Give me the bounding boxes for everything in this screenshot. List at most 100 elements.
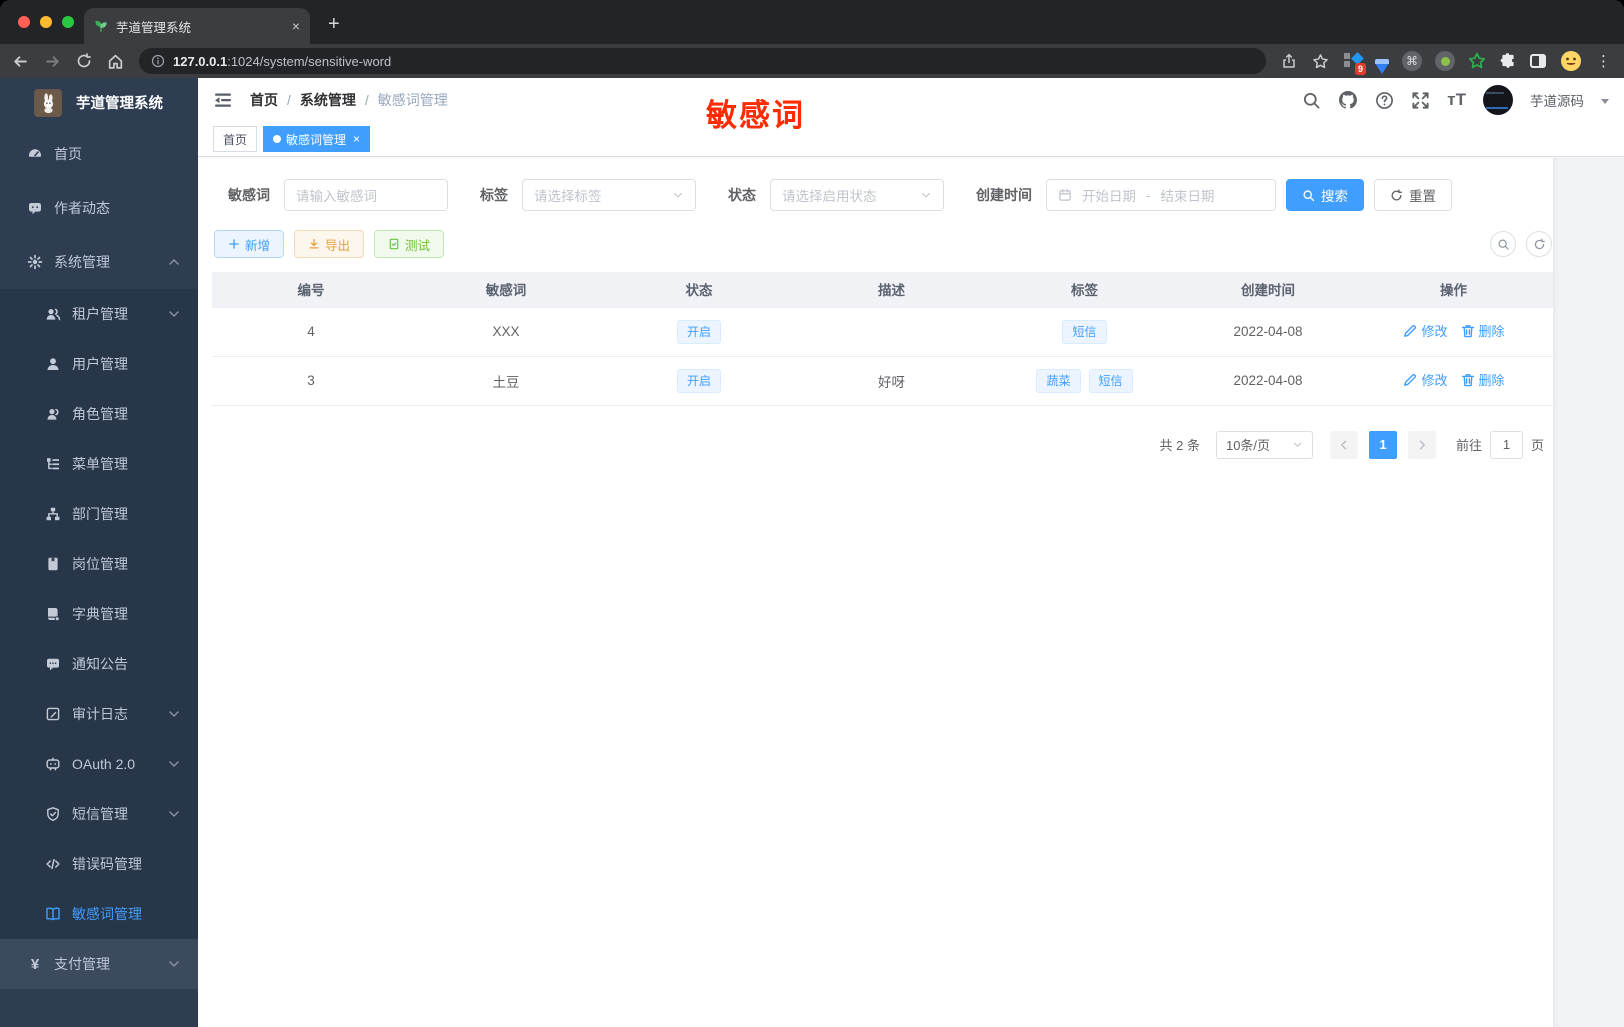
search-icon	[1302, 189, 1315, 202]
edit-link[interactable]: 修改	[1402, 321, 1448, 340]
date-range-input[interactable]: 开始日期 - 结束日期	[1046, 179, 1276, 211]
toggle-search-button[interactable]	[1490, 231, 1516, 257]
cell-actions: 修改 删除	[1354, 307, 1553, 357]
sidebar-item-home[interactable]: 首页	[0, 127, 198, 181]
current-page-button[interactable]: 1	[1368, 430, 1397, 459]
site-info-icon[interactable]	[151, 54, 165, 68]
bookmark-star-icon[interactable]	[1312, 53, 1329, 70]
filter-tag-label: 标签	[480, 187, 508, 203]
cell-status: 开启	[602, 356, 796, 406]
sidebar-item-system[interactable]: 系统管理	[0, 235, 198, 289]
filter-date-label: 创建时间	[976, 187, 1032, 203]
sidebar-item-tenant[interactable]: 租户管理	[0, 289, 198, 339]
command-extension-icon[interactable]: ⌘	[1402, 51, 1422, 71]
close-window-button[interactable]	[18, 16, 30, 28]
goto-page-input[interactable]: 1	[1489, 430, 1523, 459]
sidebar-item-notice[interactable]: 通知公告	[0, 639, 198, 689]
sidebar-menu: 首页 作者动态系统管理租户管理 用户管理 角色管理 菜单管理 部门管理 岗位管理 字典管理 通知…	[0, 127, 198, 989]
back-icon[interactable]	[12, 53, 29, 70]
search-button[interactable]: 搜索	[1286, 179, 1364, 211]
minimize-window-button[interactable]	[40, 16, 52, 28]
help-icon[interactable]	[1375, 91, 1394, 110]
word-input[interactable]: 请输入敏感词	[284, 179, 448, 211]
search-icon[interactable]	[1302, 91, 1321, 110]
tags-view-tab[interactable]: 敏感词管理 ×	[263, 126, 371, 152]
sidebar-item-dict[interactable]: 字典管理	[0, 589, 198, 639]
cell-status: 开启	[602, 307, 796, 357]
sidebar-item-pay[interactable]: ¥ 支付管理	[0, 939, 198, 989]
profile-avatar-icon[interactable]	[1559, 49, 1583, 73]
side-panel-icon[interactable]	[1530, 54, 1546, 68]
close-tab-icon[interactable]: ×	[353, 132, 360, 146]
yen-icon: ¥	[30, 955, 40, 973]
sidebar-item-label: 系统管理	[54, 254, 110, 270]
user-avatar[interactable]	[1483, 85, 1513, 115]
delete-link[interactable]: 删除	[1460, 321, 1505, 340]
forward-icon[interactable]	[44, 53, 61, 70]
reload-icon[interactable]	[76, 53, 92, 69]
sidebar-item-dept[interactable]: 部门管理	[0, 489, 198, 539]
recorder-extension-icon[interactable]	[1435, 51, 1455, 71]
breadcrumb-item[interactable]: 系统管理	[300, 90, 356, 110]
breadcrumb-separator: /	[364, 92, 369, 108]
proxy-extension-icon[interactable]: 9	[1344, 52, 1366, 75]
tags-view-tab[interactable]: 首页	[213, 126, 258, 152]
next-page-button[interactable]	[1407, 430, 1436, 459]
edit-link[interactable]: 修改	[1402, 370, 1448, 389]
share-icon[interactable]	[1281, 53, 1297, 69]
delete-label: 删除	[1478, 324, 1505, 340]
add-button[interactable]: 新增	[214, 230, 285, 258]
font-size-icon[interactable]: ᴛT	[1447, 90, 1466, 110]
extensions-puzzle-icon[interactable]	[1499, 52, 1517, 70]
sidebar-item-sms[interactable]: 短信管理	[0, 789, 198, 839]
gem-extension-icon[interactable]	[1375, 58, 1389, 74]
home-icon[interactable]	[107, 53, 124, 70]
status-tag[interactable]: 开启	[676, 368, 721, 393]
export-button[interactable]: 导出	[294, 230, 365, 258]
download-icon	[308, 238, 320, 250]
github-icon[interactable]	[1338, 90, 1358, 110]
zoom-window-button[interactable]	[62, 16, 74, 28]
new-tab-button[interactable]: +	[328, 13, 340, 36]
fullscreen-icon[interactable]	[1411, 91, 1430, 110]
calendar-icon	[1058, 188, 1072, 202]
browser-menu-icon[interactable]: ⋮	[1596, 52, 1612, 70]
sidebar-item-audit-log[interactable]: 审计日志	[0, 689, 198, 739]
sidebar-item-author-trends[interactable]: 作者动态	[0, 181, 198, 235]
browser-tab[interactable]: 芋道管理系统 ×	[84, 8, 310, 44]
sidebar-item-user[interactable]: 用户管理	[0, 339, 198, 389]
reset-button[interactable]: 重置	[1374, 179, 1452, 211]
page-size-select[interactable]: 10条/页	[1215, 430, 1313, 459]
hamburger-icon[interactable]	[213, 90, 233, 110]
breadcrumb-item[interactable]: 首页	[250, 90, 278, 110]
prev-page-button[interactable]	[1329, 430, 1358, 459]
pagination-total: 共 2 条	[1159, 438, 1200, 453]
close-tab-icon[interactable]: ×	[292, 18, 300, 34]
tag-select[interactable]: 请选择标签	[522, 179, 696, 211]
sidebar-item-sensitive-word[interactable]: 敏感词管理	[0, 889, 198, 939]
sidebar-item-oauth2[interactable]: OAuth 2.0	[0, 739, 198, 789]
cell-description	[796, 307, 987, 357]
sidebar-logo[interactable]: 芋道管理系统	[0, 78, 198, 127]
refresh-table-button[interactable]	[1526, 231, 1552, 257]
sidebar-item-role[interactable]: 角色管理	[0, 389, 198, 439]
url-bar[interactable]: 127.0.0.1:1024/system/sensitive-word	[139, 48, 1266, 74]
sidebar-item-error-code[interactable]: 错误码管理	[0, 839, 198, 889]
cell-actions: 修改 删除	[1354, 356, 1553, 406]
sidebar-item-menu[interactable]: 菜单管理	[0, 439, 198, 489]
status-select[interactable]: 请选择启用状态	[770, 179, 944, 211]
sidebar-item-label: 敏感词管理	[72, 906, 142, 922]
rabbit-logo-icon	[34, 88, 62, 117]
status-tag[interactable]: 开启	[676, 319, 721, 344]
green-star-extension-icon[interactable]	[1468, 52, 1486, 70]
test-button[interactable]: 测试	[374, 230, 445, 258]
sidebar: 芋道管理系统 首页 作者动态系统管理租户管理 用户管理 角色管理 菜单管理 部门管理 岗位管…	[0, 78, 198, 1027]
app-window: 芋道管理系统 首页 作者动态 系统管理 租户管理 用户管理 角色管理 菜单管理 部门管理 岗位管…	[0, 78, 1624, 1027]
edit-label: 修改	[1421, 324, 1448, 340]
chevron-down-icon[interactable]	[1601, 99, 1609, 104]
browser-tab-title: 芋道管理系统	[116, 20, 192, 35]
sensitive-word-table: 编号 敏感词 状态 描述 标签 创建时间 操作 4 XXX 开启 短信 2022-04-08 修改 删除…	[212, 272, 1553, 406]
delete-link[interactable]: 删除	[1460, 370, 1505, 389]
trash-icon	[1460, 323, 1476, 339]
sidebar-item-post[interactable]: 岗位管理	[0, 539, 198, 589]
